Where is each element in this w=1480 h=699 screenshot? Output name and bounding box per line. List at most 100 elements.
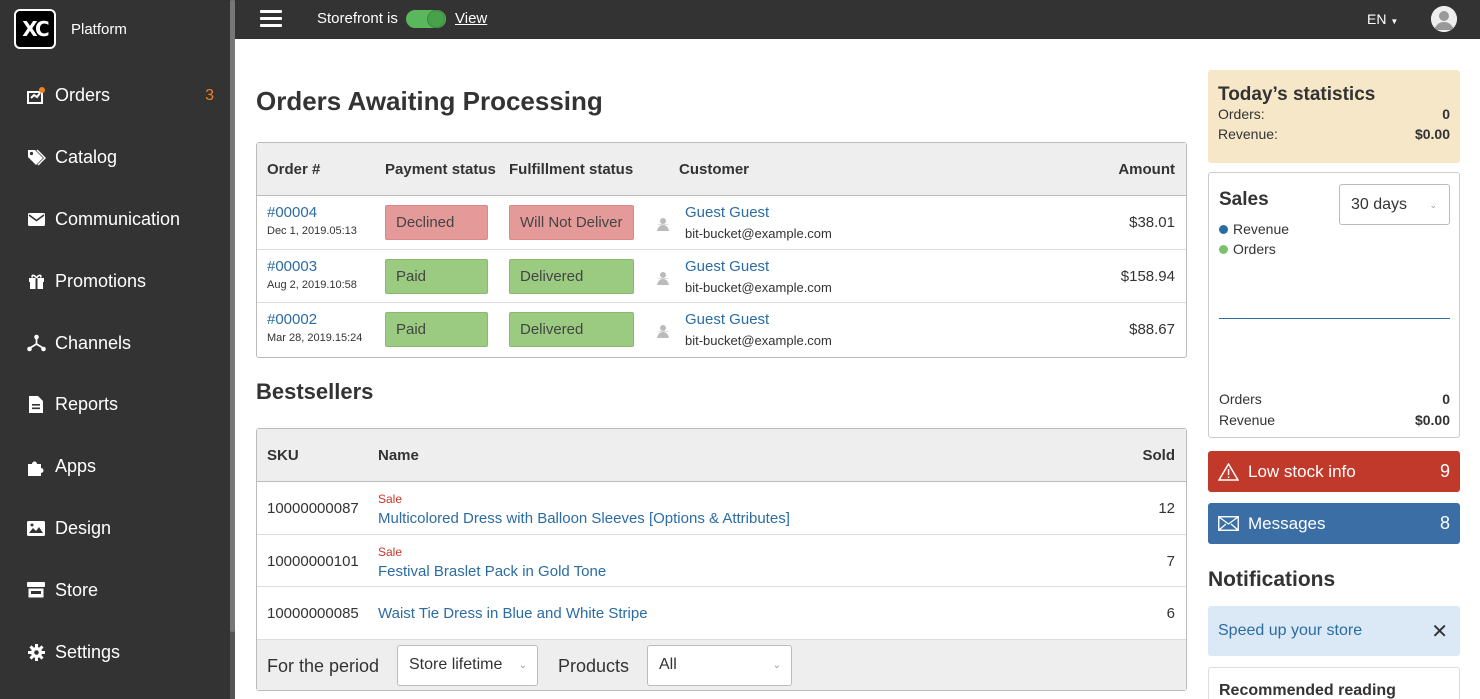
image-icon [26, 518, 46, 538]
page-title: Orders Awaiting Processing [256, 86, 603, 116]
speed-up-label[interactable]: Speed up your store [1218, 622, 1362, 640]
legend-orders: Orders [1219, 241, 1276, 257]
stats-revenue-row: Revenue: $0.00 [1218, 126, 1450, 146]
hamburger-menu-icon[interactable] [260, 10, 282, 28]
col-payment-status[interactable]: Payment status [385, 161, 496, 178]
stats-orders-label: Orders: [1218, 106, 1265, 122]
caret-down-icon: ▼ [1390, 17, 1399, 26]
product-sku: 10000000101 [267, 552, 359, 570]
sales-orders-row: Orders 0 [1219, 391, 1450, 407]
sidebar-item-apps[interactable]: Apps [0, 436, 230, 498]
guest-user-icon [655, 270, 671, 286]
revenue-dot-icon [1219, 224, 1228, 234]
sidebar-item-label: Catalog [55, 147, 118, 168]
sidebar-item-store[interactable]: Store [0, 559, 230, 621]
sidebar-item-design[interactable]: Design [0, 498, 230, 560]
user-avatar-icon[interactable] [1431, 6, 1457, 32]
logo[interactable]: XC Platform [14, 9, 127, 49]
table-row[interactable]: #00004 Dec 1, 2019.05:13 Declined Will N… [257, 196, 1186, 250]
sidebar: XC Platform Orders 3 Catalog Communicati… [0, 0, 230, 699]
low-stock-button[interactable]: Low stock info 9 [1208, 451, 1460, 492]
bestsellers-table-header: SKU Name Sold [257, 429, 1186, 482]
product-sku: 10000000085 [267, 605, 359, 622]
payment-status-badge: Paid [385, 312, 488, 347]
logo-text: XC [22, 17, 49, 41]
orders-icon [26, 86, 46, 106]
customer-name-link[interactable]: Guest Guest [685, 311, 769, 328]
legend-revenue: Revenue [1219, 221, 1289, 237]
view-storefront-link[interactable]: View [455, 10, 487, 27]
order-number-link[interactable]: #00004 [267, 204, 317, 221]
col-sold: Sold [1142, 447, 1176, 464]
sidebar-item-label: Orders [55, 85, 111, 106]
sidebar-item-catalog[interactable]: Catalog [0, 127, 230, 189]
fulfillment-status-badge: Will Not Deliver [509, 205, 634, 240]
sales-title: Sales [1219, 189, 1269, 210]
notifications-title: Notifications [1208, 568, 1336, 591]
order-number-link[interactable]: #00003 [267, 258, 317, 275]
customer-name-link[interactable]: Guest Guest [685, 204, 769, 221]
gear-icon [26, 642, 46, 662]
fulfillment-status-badge: Delivered [509, 312, 634, 347]
period-select[interactable]: Store lifetime ⌄ [397, 644, 538, 686]
sidebar-scrollbar-thumb[interactable] [230, 0, 235, 632]
bestsellers-table: SKU Name Sold 10000000087 Sale Multicolo… [256, 428, 1187, 691]
sidebar-item-label: Reports [55, 394, 119, 415]
channels-icon [26, 333, 46, 353]
col-customer[interactable]: Customer [679, 161, 749, 178]
messages-button[interactable]: Messages 8 [1208, 503, 1460, 544]
product-name-link[interactable]: Waist Tie Dress in Blue and White Stripe [378, 605, 648, 622]
legend-revenue-label: Revenue [1233, 221, 1290, 237]
table-row: 10000000087 Sale Multicolored Dress with… [257, 482, 1186, 535]
col-amount[interactable]: Amount [1118, 161, 1175, 178]
sidebar-item-label: Design [55, 517, 112, 538]
order-amount: $88.67 [1129, 321, 1175, 338]
table-row[interactable]: #00002 Mar 28, 2019.15:24 Paid Delivered… [257, 303, 1186, 357]
language-selector[interactable]: EN ▼ [1367, 11, 1398, 27]
gift-icon [26, 271, 46, 291]
product-name-link[interactable]: Festival Braslet Pack in Gold Tone [378, 563, 606, 580]
customer-name-link[interactable]: Guest Guest [685, 258, 769, 275]
table-row[interactable]: #00003 Aug 2, 2019.10:58 Paid Delivered … [257, 250, 1186, 303]
sidebar-item-reports[interactable]: Reports [0, 374, 230, 436]
products-select[interactable]: All ⌄ [647, 644, 792, 686]
stats-revenue-label: Revenue: [1218, 126, 1278, 142]
products-select-value: All [659, 656, 677, 673]
sidebar-item-channels[interactable]: Channels [0, 312, 230, 374]
sidebar-item-label: Store [55, 579, 99, 600]
speed-up-notification[interactable]: Speed up your store ✕ [1208, 606, 1460, 656]
product-name-link[interactable]: Multicolored Dress with Balloon Sleeves … [378, 510, 790, 527]
store-icon [26, 580, 46, 600]
sidebar-scrollbar[interactable] [230, 0, 235, 699]
guest-user-icon [655, 323, 671, 339]
order-number-link[interactable]: #00002 [267, 311, 317, 328]
order-amount: $38.01 [1129, 214, 1175, 231]
sales-revenue-label: Revenue [1219, 412, 1276, 428]
orders-count-badge: 3 [205, 86, 214, 104]
sidebar-item-label: Apps [55, 456, 97, 477]
toggle-knob [427, 10, 445, 28]
chevron-down-icon: ⌄ [518, 659, 527, 671]
storefront-toggle[interactable] [406, 10, 446, 28]
sidebar-item-label: Settings [55, 641, 121, 662]
sidebar-item-promotions[interactable]: Promotions [0, 250, 230, 312]
bestsellers-filter-bar: For the period Store lifetime ⌄ Products… [257, 639, 1186, 690]
topbar: Storefront is View EN ▼ [235, 0, 1480, 39]
language-label: EN [1367, 11, 1387, 27]
recommended-reading-card: Recommended reading [1208, 667, 1460, 699]
order-date: Mar 28, 2019.15:24 [267, 332, 363, 344]
sales-range-select[interactable]: 30 days ⌄ [1339, 184, 1450, 225]
sidebar-item-label: Communication [55, 208, 181, 229]
close-icon[interactable]: ✕ [1431, 619, 1448, 644]
sidebar-item-orders[interactable]: Orders 3 [0, 65, 230, 127]
todays-statistics: Today’s statistics Orders: 0 Revenue: $0… [1208, 70, 1460, 163]
col-fulfillment-status[interactable]: Fulfillment status [509, 161, 633, 178]
sales-orders-label: Orders [1219, 391, 1262, 407]
col-order[interactable]: Order # [267, 161, 320, 178]
order-date: Aug 2, 2019.10:58 [267, 278, 357, 291]
puzzle-icon [26, 457, 46, 477]
period-label: For the period [267, 655, 380, 676]
sidebar-item-communication[interactable]: Communication [0, 189, 230, 251]
sidebar-item-settings[interactable]: Settings [0, 621, 230, 683]
products-label: Products [558, 655, 630, 676]
